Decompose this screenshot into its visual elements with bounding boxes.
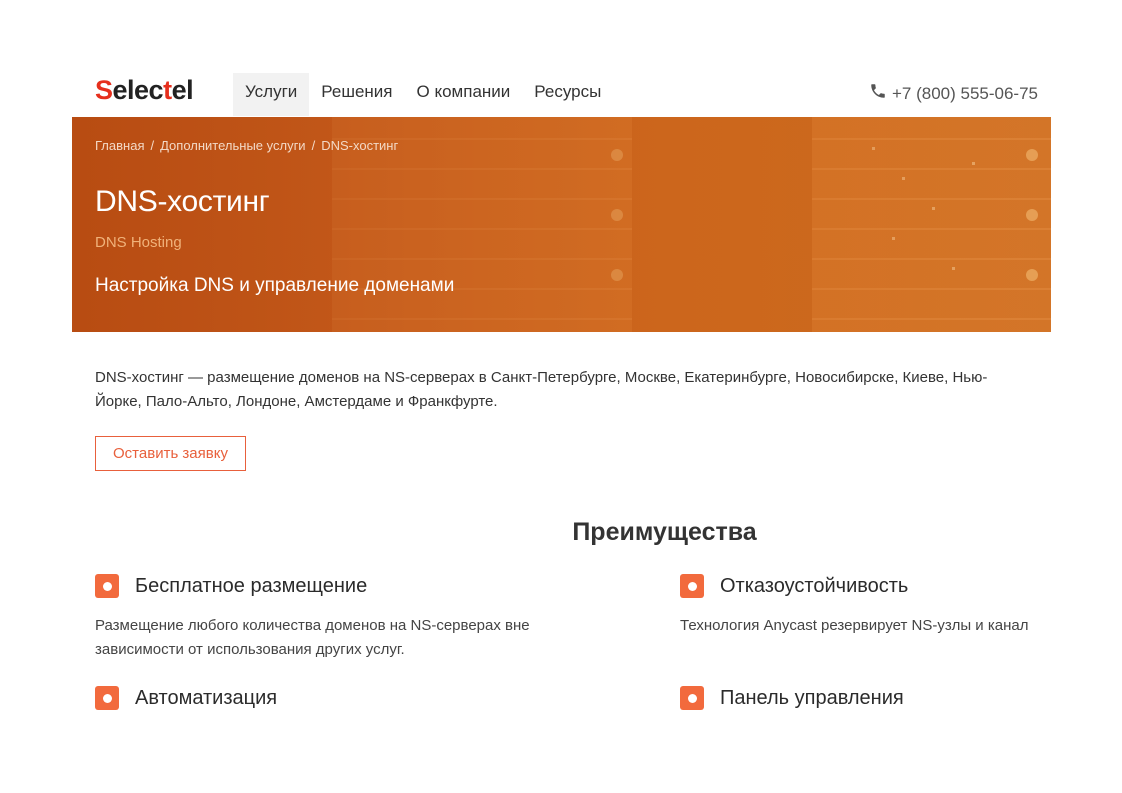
nav-item-services[interactable]: Услуги bbox=[233, 73, 310, 116]
hero-banner: Главная / Дополнительные услуги / DNS-хо… bbox=[72, 117, 1051, 332]
breadcrumb-current[interactable]: DNS-хостинг bbox=[321, 138, 398, 153]
breadcrumb-additional-services[interactable]: Дополнительные услуги bbox=[160, 138, 305, 153]
feature-automation: Автоматизация bbox=[95, 686, 615, 710]
feature-free-hosting: Бесплатное размещение Размещение любого … bbox=[95, 574, 615, 662]
intro-text: DNS-хостинг — размещение доменов на NS-с… bbox=[95, 369, 988, 410]
bullet-icon bbox=[95, 574, 119, 598]
feature-control-panel: Панель управления bbox=[680, 686, 1051, 710]
breadcrumb-separator: / bbox=[311, 138, 316, 153]
bullet-icon bbox=[680, 574, 704, 598]
page-subtitle-en: DNS Hosting bbox=[95, 234, 182, 251]
phone-icon bbox=[869, 82, 887, 105]
submit-request-button[interactable]: Оставить заявку bbox=[95, 436, 246, 471]
main-nav: Услуги Решения О компании Ресурсы bbox=[233, 73, 613, 116]
advantages-heading: Преимущества bbox=[0, 518, 1122, 547]
bullet-icon bbox=[95, 686, 119, 710]
page-tagline: Настройка DNS и управление доменами bbox=[95, 275, 455, 296]
nav-item-solutions[interactable]: Решения bbox=[309, 73, 404, 116]
breadcrumb-separator: / bbox=[150, 138, 155, 153]
feature-text: Размещение любого количества доменов на … bbox=[95, 617, 530, 658]
breadcrumb-home[interactable]: Главная bbox=[95, 138, 144, 153]
feature-title: Бесплатное размещение bbox=[135, 574, 368, 597]
phone-number: +7 (800) 555-06-75 bbox=[891, 83, 1038, 103]
nav-item-about[interactable]: О компании bbox=[405, 73, 523, 116]
feature-title: Автоматизация bbox=[135, 686, 278, 709]
selectel-logo[interactable]: Selectel bbox=[95, 75, 194, 106]
bullet-icon bbox=[680, 686, 704, 710]
site-header: Selectel Услуги Решения О компании Ресур… bbox=[0, 68, 1122, 116]
page-title: DNS-хостинг bbox=[95, 185, 270, 218]
feature-fault-tolerance: Отказоустойчивость Технология Anycast ре… bbox=[680, 574, 1051, 638]
phone-link[interactable]: +7 (800) 555-06-75 bbox=[869, 82, 1038, 105]
feature-text: Технология Anycast резервирует NS-узлы и… bbox=[680, 617, 1029, 634]
nav-item-resources[interactable]: Ресурсы bbox=[522, 73, 613, 116]
advantages-heading-text: Преимущества bbox=[572, 518, 757, 546]
hero-content: Главная / Дополнительные услуги / DNS-хо… bbox=[95, 117, 1051, 332]
breadcrumb: Главная / Дополнительные услуги / DNS-хо… bbox=[95, 138, 398, 153]
feature-title: Отказоустойчивость bbox=[720, 574, 909, 597]
feature-title: Панель управления bbox=[720, 686, 904, 709]
